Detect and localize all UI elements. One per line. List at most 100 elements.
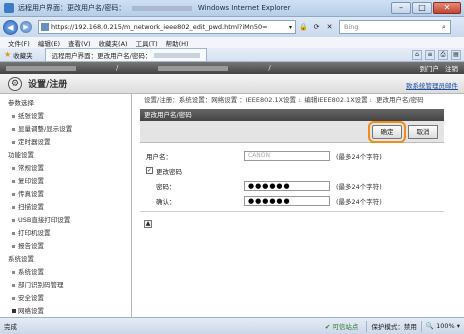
cancel-button[interactable]: 取消	[408, 125, 438, 139]
confirm-row: 确认： ●●●●●● (最多24个字符)	[140, 194, 444, 207]
sidebar-section-preferences[interactable]: 参数选择	[0, 97, 131, 110]
close-button[interactable]: ✕	[433, 2, 461, 14]
menu-help[interactable]: 帮助(H)	[166, 38, 189, 48]
logout-link[interactable]: 注销	[445, 63, 458, 73]
favorites-label[interactable]: 收藏夹	[13, 50, 33, 60]
zoom-control[interactable]: 🔍 100% ▾	[426, 322, 460, 330]
sidebar-item-copy[interactable]: 复印设置	[0, 175, 131, 188]
minimize-button[interactable]: –	[391, 2, 411, 14]
browser-tab[interactable]: 远程用户界面：更改用户名/密码：	[44, 48, 208, 61]
address-bar: ◀ ▶ https://192.168.0.215/m_network_ieee…	[0, 17, 464, 37]
change-password-container: ✓ 更改密码	[140, 166, 244, 176]
page-header: ⚙ 设置/注册 到门户 注销 致系统管理员邮件	[0, 65, 464, 94]
breadcrumb-sep: :	[298, 96, 301, 104]
title-bar: 远程用户界面：更改用户名/密码： Windows Internet Explor…	[0, 0, 464, 17]
password-hint: (最多24个字符)	[336, 182, 382, 191]
blurred-tab-segment	[154, 52, 201, 58]
sidebar-item-display[interactable]: 显量调整/显示设置	[0, 123, 131, 136]
confirm-hint: (最多24个字符)	[336, 197, 382, 206]
ok-button[interactable]: 确定	[368, 121, 406, 143]
maximize-button[interactable]: □	[412, 2, 432, 14]
trusted-site-status: ✔ 可信站点	[324, 323, 359, 331]
top-strip: / /	[0, 62, 464, 74]
search-icon[interactable]: ⌕	[438, 23, 450, 32]
sidebar-item-network[interactable]: 网络设置	[0, 305, 131, 317]
search-placeholder: Bing	[344, 23, 359, 31]
blurred-title-segment	[131, 5, 192, 11]
menu-tools[interactable]: 工具(T)	[136, 38, 158, 48]
favorites-bar: ★ 收藏夹 远程用户界面：更改用户名/密码： ⌂ ≡ ⎙ ▤	[0, 48, 464, 62]
menu-file[interactable]: 文件(F)	[8, 38, 30, 48]
page-icon	[41, 23, 49, 31]
print-icon[interactable]: ⎙	[438, 49, 448, 60]
refresh-icon[interactable]: ⟳	[311, 22, 322, 33]
status-bar: 完成 ✔ 可信站点 保护模式：禁用 🔍 100% ▾	[0, 317, 464, 334]
portal-link[interactable]: 到门户	[420, 63, 440, 73]
sidebar-item-scan[interactable]: 扫描设置	[0, 201, 131, 214]
sidebar-item-general[interactable]: 常规设置	[0, 162, 131, 175]
forward-button[interactable]: ▶	[20, 21, 32, 33]
url-dropdown-icon[interactable]: ▾	[286, 24, 295, 31]
main-panel: 设置/注册：系统设置：网络设置 ：IEEE802.1X设置: 编辑IEEE802…	[140, 94, 460, 317]
breadcrumb-sep: :	[369, 96, 372, 104]
tab-title: 远程用户界面：更改用户名/密码：	[51, 52, 152, 60]
menu-edit[interactable]: 编辑(E)	[38, 38, 60, 48]
password-field[interactable]: ●●●●●●	[244, 180, 330, 191]
protected-mode-status: 保护模式：禁用	[371, 323, 417, 331]
stop-icon[interactable]: ✕	[324, 22, 335, 33]
sidebar-item-dept-id[interactable]: 部门识别码管理	[0, 279, 131, 292]
password-row: 密码： ●●●●●● (最多24个字符)	[140, 179, 444, 192]
sidebar-item-paper[interactable]: 纸张设置	[0, 110, 131, 123]
sidebar: 参数选择 纸张设置 显量调整/显示设置 定时器设置 功能设置 常规设置 复印设置…	[0, 94, 132, 317]
feeds-icon[interactable]: ≡	[425, 49, 435, 60]
window-page-title: 远程用户界面：更改用户名/密码：	[18, 4, 126, 12]
window-app-name: Windows Internet Explorer	[197, 4, 291, 12]
page-title: 设置/注册	[28, 80, 68, 90]
status-divider	[420, 320, 422, 332]
page-menu-icon[interactable]: ▤	[451, 49, 461, 60]
trusted-site-label: 可信站点	[332, 323, 359, 331]
password-label: 密码：	[156, 182, 176, 191]
admin-mail-link[interactable]: 致系统管理员邮件	[406, 80, 458, 90]
menu-bar: 文件(F) 编辑(E) 查看(V) 收藏夹(A) 工具(T) 帮助(H)	[0, 37, 464, 48]
blurred-device-location	[158, 65, 229, 71]
username-label: 用户名：	[146, 152, 172, 161]
status-text: 完成	[4, 323, 17, 331]
confirm-field[interactable]: ●●●●●●	[244, 195, 330, 206]
change-password-row: ✓ 更改密码	[140, 164, 444, 177]
sidebar-item-report[interactable]: 报告设置	[0, 240, 131, 253]
sidebar-item-usb-print[interactable]: USB直接打印设置	[0, 214, 131, 227]
change-password-checkbox[interactable]: ✓	[146, 167, 153, 174]
ie-icon	[4, 3, 14, 13]
sidebar-item-timer[interactable]: 定时器设置	[0, 136, 131, 149]
menu-favorites[interactable]: 收藏夹(A)	[99, 38, 128, 48]
web-content: / / ⚙ 设置/注册 到门户 注销 致系统管理员邮件 参数选择 纸张设置 显量…	[0, 62, 464, 317]
favorites-star-icon[interactable]: ★	[4, 50, 11, 59]
sidebar-section-functions[interactable]: 功能设置	[0, 149, 131, 162]
sidebar-item-system[interactable]: 系统设置	[0, 266, 131, 279]
confirm-label: 确认：	[156, 197, 176, 206]
sidebar-item-fax[interactable]: 传真设置	[0, 188, 131, 201]
url-text: https://192.168.0.215/m_network_ieee802_…	[51, 23, 268, 31]
sidebar-item-security[interactable]: 安全设置	[0, 292, 131, 305]
search-input[interactable]: Bing ⌕	[339, 20, 451, 34]
panel-title: 更改用户名/密码	[140, 109, 444, 121]
strip-slash: /	[268, 64, 271, 72]
username-row: 用户名： CANON (最多24个字符)	[140, 149, 444, 162]
settings-icon: ⚙	[8, 76, 22, 91]
sidebar-item-printer[interactable]: 打印机设置	[0, 227, 131, 240]
breadcrumb-edit-8021x[interactable]: 编辑IEEE802.1X设置	[304, 96, 367, 104]
blurred-device-name	[6, 65, 76, 71]
lock-icon[interactable]: 🔒	[298, 22, 309, 33]
url-field[interactable]: https://192.168.0.215/m_network_ieee802_…	[38, 20, 296, 34]
username-field[interactable]: CANON	[244, 150, 330, 161]
menu-view[interactable]: 查看(V)	[68, 38, 91, 48]
breadcrumb-current: 更改用户名/密码	[375, 96, 424, 104]
breadcrumb: 设置/注册：系统设置：网络设置 ：IEEE802.1X设置: 编辑IEEE802…	[140, 94, 460, 107]
form-divider	[140, 211, 444, 212]
sidebar-section-system[interactable]: 系统设置	[0, 253, 131, 266]
back-button[interactable]: ◀	[3, 19, 18, 35]
home-icon[interactable]: ⌂	[412, 49, 422, 60]
back-to-top-icon[interactable]: ▲	[144, 220, 152, 228]
zoom-label: 100%	[436, 322, 455, 330]
